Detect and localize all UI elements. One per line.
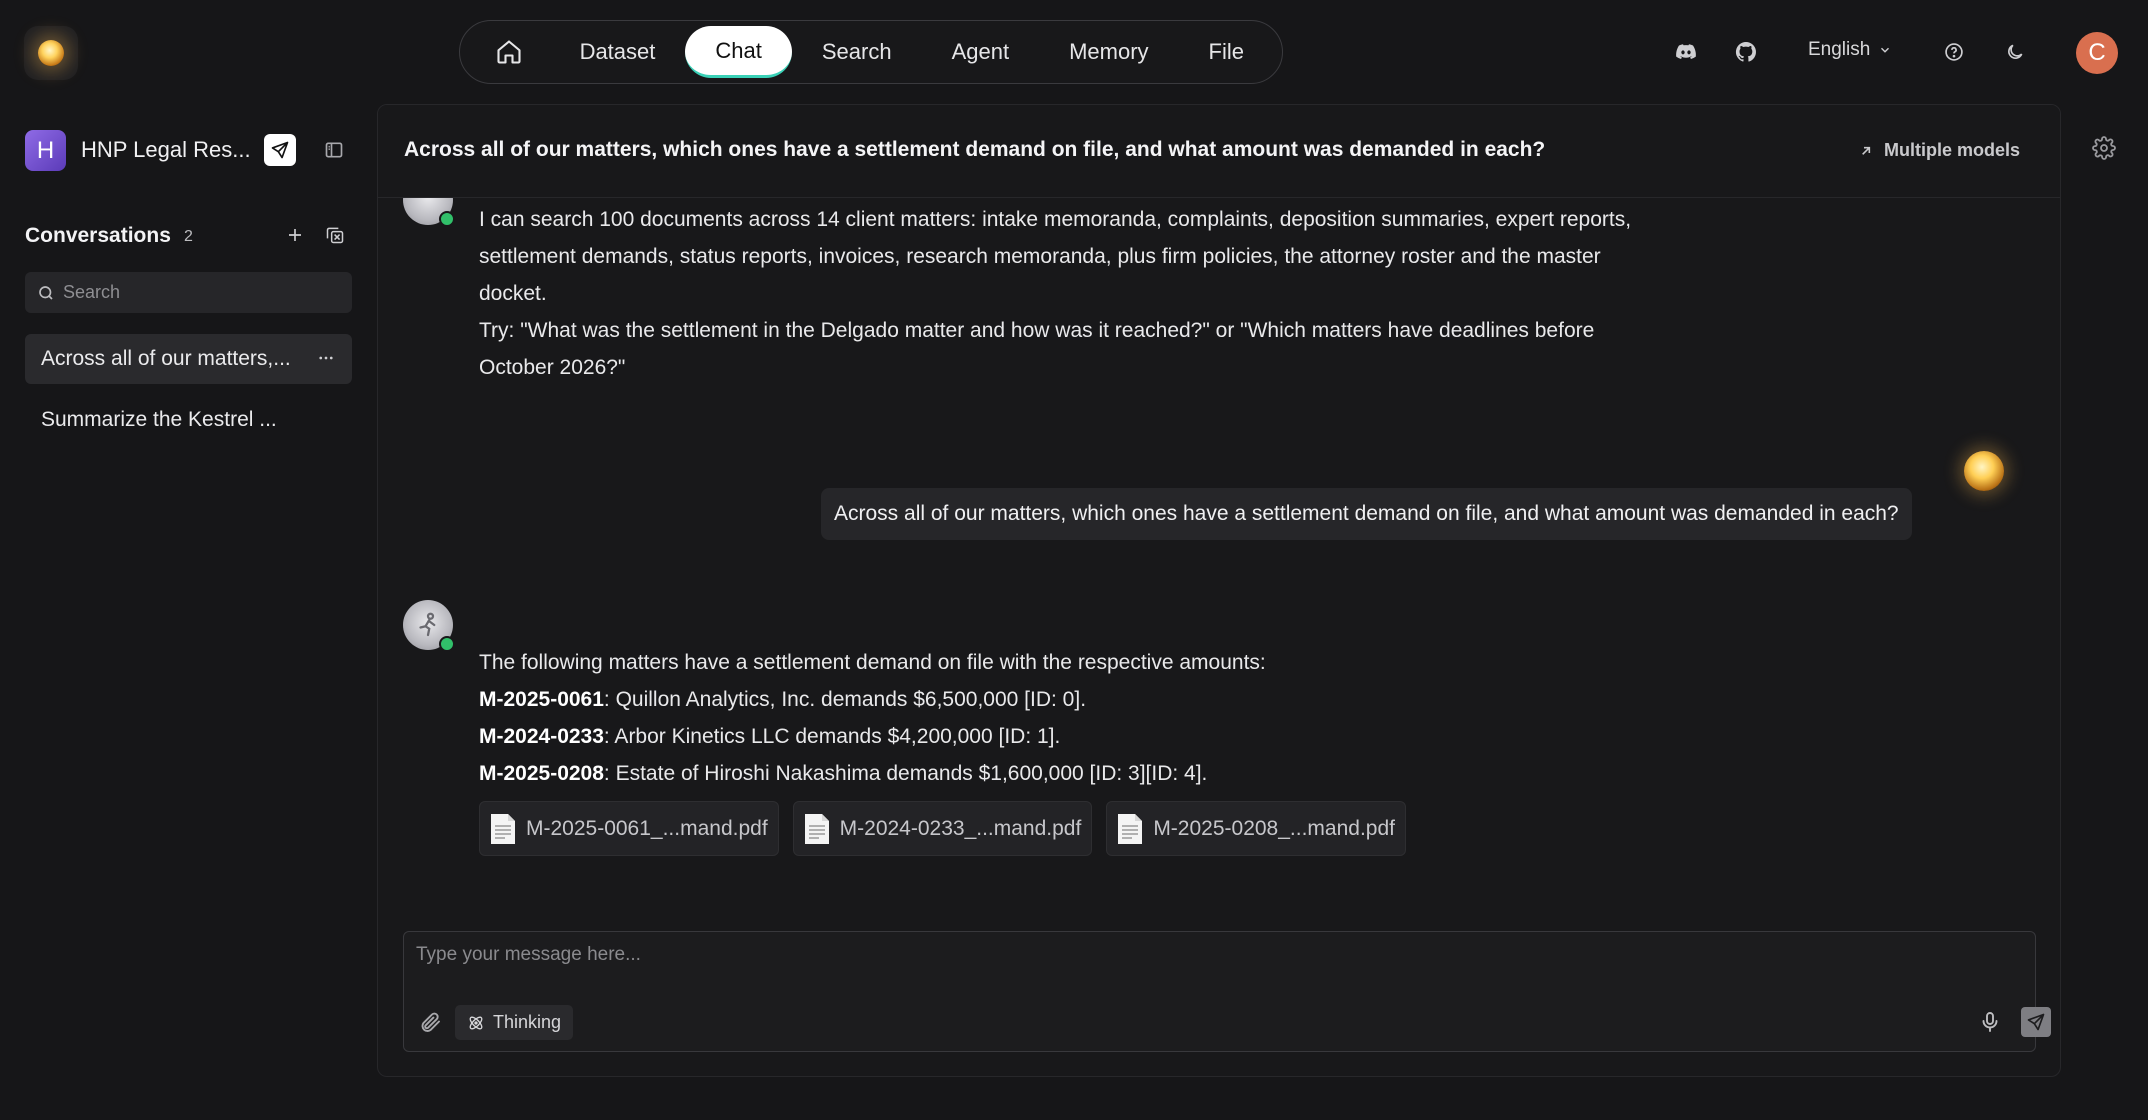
chevron-down-icon <box>1881 47 1890 53</box>
bulk-select-button[interactable] <box>322 222 348 248</box>
new-conversation-button[interactable] <box>282 222 308 248</box>
assistant-answer: The following matters have a settlement … <box>479 644 1679 792</box>
user-message: Across all of our matters, which ones ha… <box>821 488 1912 540</box>
online-status-dot <box>439 211 455 227</box>
top-navigation: Dataset Chat Search Agent Memory File <box>459 20 1283 84</box>
multiple-models-button[interactable]: Multiple models <box>1858 140 2020 161</box>
conversations-count: 2 <box>184 228 193 245</box>
conversation-search-input[interactable] <box>63 282 343 303</box>
source-document-chip[interactable]: M-2024-0233_...mand.pdf <box>792 801 1093 856</box>
logo-orb <box>38 40 64 66</box>
app-logo[interactable] <box>24 26 78 80</box>
answer-intro: The following matters have a settlement … <box>479 651 1266 674</box>
discord-icon <box>1676 44 1696 59</box>
intro-line: settlement demands, status reports, invo… <box>479 245 1601 268</box>
thinking-label: Thinking <box>493 1012 562 1032</box>
nav-agent[interactable]: Agent <box>922 26 1040 78</box>
send-icon <box>271 141 289 159</box>
chat-header: Across all of our matters, which ones ha… <box>378 105 2060 198</box>
send-message-button[interactable] <box>2021 1007 2051 1037</box>
matter-demand: : Arbor Kinetics LLC demands $4,200,000 … <box>603 725 1061 748</box>
nav-chat[interactable]: Chat <box>685 26 792 78</box>
search-icon <box>39 285 53 300</box>
assistant-figure-icon <box>419 612 436 637</box>
answer-row: M-2025-0208: Estate of Hiroshi Nakashima… <box>479 755 1679 792</box>
conversation-title: Across all of our matters, which ones ha… <box>404 138 1546 161</box>
matter-demand: : Quillon Analytics, Inc. demands $6,500… <box>603 688 1087 711</box>
conversation-item[interactable]: Summarize the Kestrel ... <box>25 395 352 445</box>
matter-id: M-2025-0061 <box>479 688 604 711</box>
source-documents: M-2025-0061_...mand.pdf M-2024-0233_...m… <box>479 801 1406 856</box>
thinking-toggle[interactable]: Thinking <box>455 1005 574 1040</box>
assistant-intro-message: I can search 100 documents across 14 cli… <box>479 201 1679 386</box>
github-button[interactable] <box>1728 34 1764 70</box>
nav-search[interactable]: Search <box>792 26 922 78</box>
source-document-chip[interactable]: M-2025-0061_...mand.pdf <box>479 801 779 856</box>
collapse-sidebar-button[interactable] <box>320 136 348 164</box>
paperclip-icon[interactable] <box>418 1010 442 1034</box>
help-icon <box>1945 43 1963 61</box>
matter-demand: : Estate of Hiroshi Nakashima demands $1… <box>603 762 1208 785</box>
sidebar-panel-icon <box>325 142 343 158</box>
pdf-file-icon <box>1118 813 1143 844</box>
conversation-item[interactable]: Across all of our matters,... <box>25 334 352 384</box>
message-input[interactable] <box>416 944 2016 984</box>
plus-icon <box>289 229 301 241</box>
send-icon <box>2027 1013 2045 1031</box>
atom-icon <box>469 1016 483 1029</box>
message-composer: Thinking <box>403 931 2051 1052</box>
intro-line: I can search 100 documents across 14 cli… <box>479 208 1632 231</box>
intro-line: October 2026?" <box>479 356 626 379</box>
chat-panel: Across all of our matters, which ones ha… <box>377 104 2061 1077</box>
document-name: M-2025-0061_...mand.pdf <box>526 816 768 840</box>
knowledge-base-name: HNP Legal Res... <box>81 137 251 162</box>
help-button[interactable] <box>1936 34 1972 70</box>
conversation-label: Across all of our matters,... <box>41 347 291 370</box>
multiple-models-label: Multiple models <box>1883 140 2020 160</box>
microphone-icon[interactable] <box>1978 1010 2002 1034</box>
share-button[interactable] <box>264 134 296 166</box>
settings-gear-icon[interactable] <box>2092 136 2116 160</box>
user-avatar[interactable]: C <box>2076 32 2118 74</box>
nav-file[interactable]: File <box>1179 26 1274 78</box>
home-icon <box>497 40 521 64</box>
language-label: English <box>1808 39 1871 60</box>
answer-row: M-2024-0233: Arbor Kinetics LLC demands … <box>479 718 1679 755</box>
nav-dataset[interactable]: Dataset <box>550 26 686 78</box>
language-selector[interactable]: English <box>1808 39 1892 61</box>
document-name: M-2024-0233_...mand.pdf <box>839 816 1082 840</box>
online-status-dot <box>439 636 455 652</box>
intro-line: Try: "What was the settlement in the Del… <box>479 319 1595 342</box>
answer-row: M-2025-0061: Quillon Analytics, Inc. dem… <box>479 681 1679 718</box>
matter-id: M-2025-0208 <box>479 762 604 785</box>
discord-button[interactable] <box>1668 34 1704 70</box>
pdf-file-icon <box>491 813 515 844</box>
document-name: M-2025-0208_...mand.pdf <box>1153 816 1395 840</box>
more-horizontal-icon <box>319 356 333 360</box>
arrow-up-right-icon <box>1862 146 1871 155</box>
conversation-search[interactable] <box>25 272 352 313</box>
knowledge-base-avatar: H <box>25 130 66 171</box>
conversation-more-button[interactable] <box>314 346 338 370</box>
theme-toggle-button[interactable] <box>1997 34 2033 70</box>
github-icon <box>1735 41 1756 62</box>
source-document-chip[interactable]: M-2025-0208_...mand.pdf <box>1106 801 1406 856</box>
matter-id: M-2024-0233 <box>479 725 604 748</box>
user-message-avatar <box>1964 451 2004 491</box>
assistant-avatar <box>403 600 455 652</box>
pdf-file-icon <box>804 813 829 844</box>
multi-select-icon <box>326 227 344 244</box>
conversation-label: Summarize the Kestrel ... <box>41 408 277 431</box>
conversations-heading: Conversations <box>25 224 171 247</box>
nav-home-button[interactable] <box>468 26 550 78</box>
moon-icon <box>2008 44 2023 59</box>
nav-memory[interactable]: Memory <box>1039 26 1178 78</box>
intro-line: docket. <box>479 282 547 305</box>
